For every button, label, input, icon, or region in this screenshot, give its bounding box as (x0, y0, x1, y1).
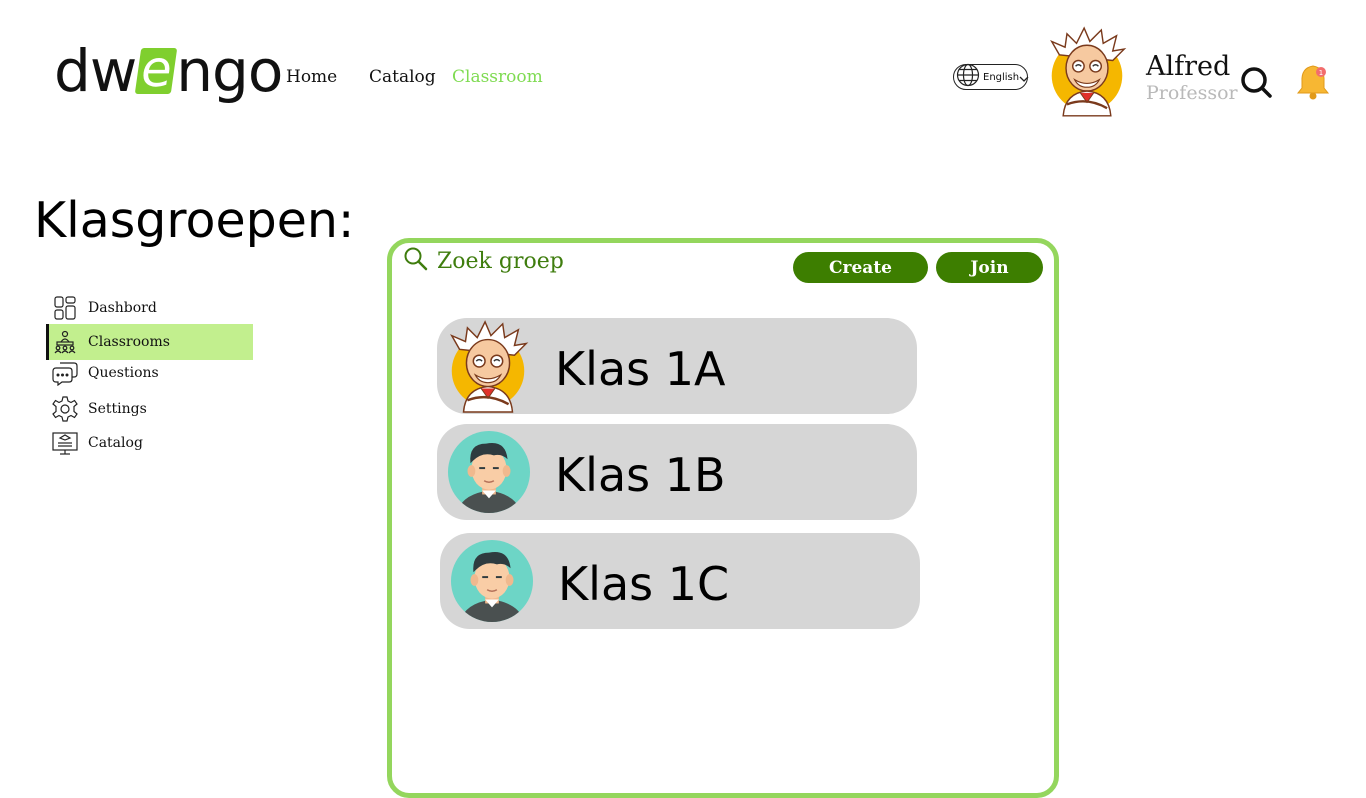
logo-text-right: ngo (176, 37, 283, 105)
search-icon[interactable] (1238, 64, 1274, 100)
sidebar-item-label: Dashbord (88, 300, 157, 316)
sidebar-item-label: Classrooms (88, 334, 170, 350)
sidebar-item-label: Catalog (88, 435, 143, 451)
user-avatar[interactable] (1046, 22, 1128, 120)
language-label: English (983, 71, 1020, 83)
student-avatar (450, 539, 534, 623)
create-button[interactable]: Create (793, 252, 928, 283)
nav-classroom[interactable]: Classroom (452, 67, 543, 87)
chevron-down-icon (1019, 68, 1029, 87)
class-card-1b[interactable]: Klas 1B (437, 424, 917, 520)
group-search-input[interactable]: Zoek groep (403, 246, 564, 276)
sidebar-item-dashboard[interactable]: Dashbord (46, 290, 253, 326)
class-name: Klas 1A (555, 342, 726, 396)
gear-icon (52, 396, 78, 422)
catalog-icon (52, 430, 78, 456)
class-card-1c[interactable]: Klas 1C (440, 533, 920, 629)
logo-text-left: dw (54, 37, 137, 105)
sidebar-item-label: Settings (88, 401, 147, 417)
language-selector[interactable]: English (953, 63, 1029, 91)
search-placeholder: Zoek groep (437, 248, 564, 274)
join-button[interactable]: Join (936, 252, 1043, 283)
search-icon (403, 246, 429, 276)
user-role: Professor (1146, 82, 1238, 104)
notification-count: 1 (1319, 69, 1323, 77)
class-name: Klas 1C (558, 557, 730, 611)
student-avatar (447, 430, 531, 514)
questions-icon (52, 360, 78, 386)
nav-home[interactable]: Home (286, 67, 337, 87)
nav-catalog[interactable]: Catalog (369, 67, 436, 87)
user-name: Alfred (1146, 51, 1231, 82)
dwengo-logo[interactable]: dw e ngo (54, 36, 283, 106)
sidebar-item-questions[interactable]: Questions (46, 355, 253, 391)
class-name: Klas 1B (555, 448, 726, 502)
professor-avatar (445, 318, 531, 414)
classroom-icon (52, 329, 78, 355)
logo-e-mark: e (135, 40, 178, 98)
page-title: Klasgroepen: (34, 192, 355, 249)
globe-icon (956, 63, 980, 91)
sidebar-item-settings[interactable]: Settings (46, 391, 253, 427)
notification-bell-icon[interactable]: 1 (1292, 60, 1334, 102)
dashboard-icon (52, 295, 78, 321)
sidebar-item-label: Questions (88, 365, 159, 381)
sidebar-item-catalog[interactable]: Catalog (46, 425, 253, 461)
class-card-1a[interactable]: Klas 1A (437, 318, 917, 414)
